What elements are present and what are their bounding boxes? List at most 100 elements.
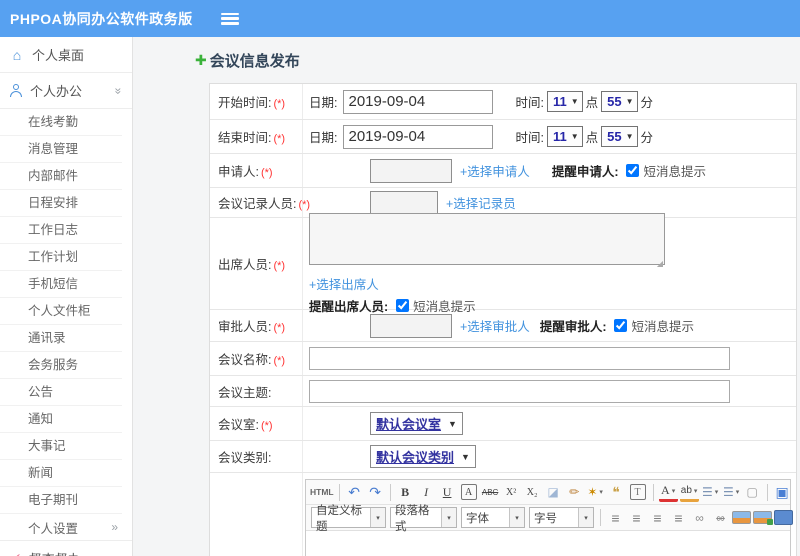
unordered-list-button[interactable]: ☰ ▾ [722, 482, 741, 502]
subscript-button[interactable]: X₂ [523, 482, 542, 502]
bold-button[interactable]: B [396, 482, 415, 502]
applicant-sms-checkbox[interactable] [626, 164, 640, 177]
sms-notice-label: 短消息提示 [631, 320, 694, 334]
sidebar-item[interactable]: 手机短信 [0, 271, 122, 298]
hour-unit-label: 点 [585, 96, 599, 110]
sidebar-item[interactable]: 在线考勤 [0, 109, 122, 136]
sidebar-item[interactable]: 工作计划 [0, 244, 122, 271]
sidebar-item-personal-desktop[interactable]: ⌂ 个人桌面 [0, 37, 132, 73]
paste-text-button[interactable]: T [629, 484, 646, 500]
sidebar-item-personal-settings[interactable]: 个人设置 » [0, 514, 132, 540]
recorder-input[interactable] [370, 190, 438, 215]
required-mark: (*) [273, 322, 286, 334]
ordered-list-button[interactable]: ☰ ▾ [701, 482, 720, 502]
dropdown-arrow-icon: ▾ [578, 508, 593, 527]
time-label: 时间: [515, 96, 544, 110]
choose-recorder-link[interactable]: +选择记录员 [446, 193, 516, 212]
image-manager-button[interactable] [753, 511, 773, 525]
format-brush-button[interactable]: ✏ [565, 482, 584, 502]
start-minute-select[interactable]: 55 ▼ [601, 91, 638, 112]
dropdown-arrow-icon: ▾ [441, 508, 456, 527]
font-color-button[interactable]: A ▾ [658, 483, 678, 502]
align-right-button[interactable]: ≡ [648, 508, 667, 528]
applicant-input[interactable] [370, 158, 452, 183]
sidebar-item[interactable]: 大事记 [0, 433, 122, 460]
sidebar-item[interactable]: 会务服务 [0, 352, 122, 379]
align-justify-button[interactable]: ≡ [669, 508, 688, 528]
required-mark: (*) [273, 260, 286, 272]
new-page-button[interactable]: ▢ [743, 482, 762, 502]
meeting-subject-label: 会议主题: [218, 385, 272, 400]
insert-image-button[interactable] [732, 511, 751, 524]
approver-input[interactable] [370, 313, 452, 338]
link-button[interactable]: ∞ [690, 508, 709, 528]
choose-attendees-link[interactable]: +选择出席人 [309, 278, 379, 292]
align-center-button[interactable]: ≡ [627, 508, 646, 528]
sidebar-item[interactable]: 个人文件柜 [0, 298, 122, 325]
font-size-select[interactable]: 字号 ▾ [529, 507, 594, 528]
sidebar-item[interactable]: 消息管理 [0, 136, 122, 163]
underline-button[interactable]: U [438, 482, 457, 502]
sidebar-item[interactable]: 电子期刊 [0, 487, 122, 514]
sidebar-office-submenu: 在线考勤 消息管理 内部邮件 日程安排 工作日志 工作计划 手机短信 个人文件柜 通讯录 会务服务… [0, 109, 132, 514]
date-label: 日期: [309, 131, 338, 145]
dropdown-arrow-icon: ▼ [625, 97, 634, 106]
form-row-meeting-subject: 会议主题: [210, 376, 796, 407]
start-hour-select[interactable]: 11 ▼ [546, 91, 583, 112]
end-minute-select[interactable]: 55 ▼ [601, 126, 638, 147]
eraser-button[interactable]: ◪ [544, 482, 563, 502]
hamburger-icon[interactable] [220, 12, 239, 25]
italic-button[interactable]: I [417, 482, 436, 502]
start-date-input[interactable] [343, 89, 494, 114]
sidebar-item-supervision[interactable]: ✂ 督查督办 » [0, 540, 132, 556]
sidebar-item[interactable]: 通讯录 [0, 325, 122, 352]
resize-grip-icon[interactable]: ◢ [657, 259, 663, 268]
sidebar-item[interactable]: 通知 [0, 406, 122, 433]
fullscreen-button[interactable]: ▣ [773, 482, 792, 502]
paragraph-format-select[interactable]: 段落格式 ▾ [390, 505, 457, 533]
app-title: PHPOA协同办公软件政务版 [10, 10, 193, 27]
sidebar-item-personal-office[interactable]: 个人办公 » [0, 73, 132, 109]
strikethrough-button[interactable]: ABC [481, 482, 500, 502]
toolbar-separator [766, 483, 768, 501]
choose-applicant-link[interactable]: +选择申请人 [460, 161, 530, 180]
auto-typeset-button[interactable]: ✶ ▾ [586, 482, 605, 502]
highlight-color-button[interactable]: ab ▾ [679, 483, 699, 502]
attendees-textarea[interactable] [309, 213, 665, 265]
page-title: ✚ 会议信息发布 [195, 49, 800, 71]
superscript-button[interactable]: X² [502, 482, 521, 502]
date-label: 日期: [309, 96, 338, 110]
start-time-label: 开始时间: [218, 96, 272, 110]
undo-button[interactable]: ↶ [345, 482, 364, 502]
html-source-button[interactable]: HTML [310, 482, 334, 502]
sidebar-item[interactable]: 公告 [0, 379, 122, 406]
choose-approver-link[interactable]: +选择审批人 [460, 316, 530, 335]
form-row-end-time: 结束时间:(*) 日期: 时间: 11▼ 点 55▼ 分 [210, 120, 796, 154]
custom-title-select[interactable]: 自定义标题 ▾ [311, 505, 386, 533]
meeting-subject-input[interactable] [309, 379, 730, 403]
end-date-input[interactable] [343, 124, 494, 149]
editor-content-area[interactable] [306, 530, 790, 556]
insert-video-button[interactable] [774, 510, 793, 525]
minute-unit-label: 分 [640, 96, 654, 110]
sidebar-item[interactable]: 新闻 [0, 460, 122, 487]
char-border-button[interactable]: A [460, 484, 477, 500]
end-time-label: 结束时间: [218, 131, 272, 145]
meeting-category-select[interactable]: 默认会议类别 ▼ [370, 445, 476, 468]
sidebar-item[interactable]: 工作日志 [0, 217, 122, 244]
insert-table-button[interactable]: ⊞ [795, 508, 800, 528]
scissors-icon: ✂ [7, 549, 24, 556]
align-left-button[interactable]: ≡ [606, 508, 625, 528]
redo-button[interactable]: ↷ [366, 482, 385, 502]
meeting-room-select[interactable]: 默认会议室 ▼ [370, 412, 463, 435]
end-hour-select[interactable]: 11 ▼ [546, 126, 583, 147]
blockquote-button[interactable]: ❝ [607, 482, 626, 502]
sidebar-item[interactable]: 日程安排 [0, 190, 122, 217]
editor-toolbar-row1: HTML ↶ ↷ B I U A ABC X² X₂ ◪ ✏ ✶ ▾ ❝ T A ▾ ab ▾ ☰ ▾ ☰ ▾ ▢ ▣ [306, 480, 790, 505]
approver-sms-checkbox[interactable] [614, 319, 628, 332]
unlink-button[interactable]: ∞ [711, 508, 730, 528]
sidebar-item-label: 个人桌面 [32, 48, 85, 63]
sidebar-item[interactable]: 内部邮件 [0, 163, 122, 190]
meeting-name-input[interactable] [309, 347, 730, 370]
font-family-select[interactable]: 字体 ▾ [461, 507, 525, 528]
